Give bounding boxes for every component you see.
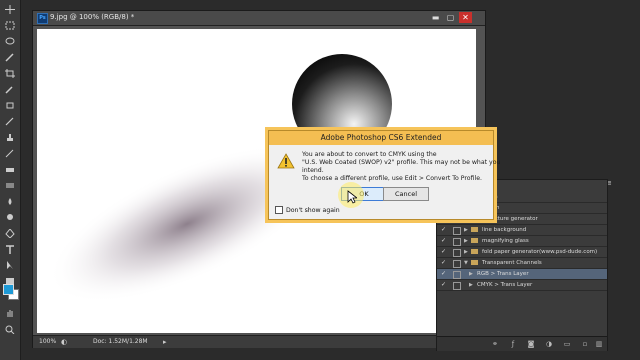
message-line: To choose a different profile, use Edit …: [302, 175, 482, 182]
layer-row[interactable]: ✓ ▼ Transparent Channels: [437, 258, 607, 269]
visibility-check-icon[interactable]: ✓: [441, 236, 449, 246]
convert-cmyk-dialog: Adobe Photoshop CS6 Extended You are abo…: [268, 130, 501, 220]
visibility-check-icon[interactable]: ✓: [441, 269, 449, 279]
dodge-tool-icon[interactable]: [3, 212, 17, 223]
layer-name: RGB > Trans Layer: [477, 271, 529, 277]
warning-icon: [277, 153, 295, 169]
eraser-tool-icon[interactable]: [3, 164, 17, 175]
layer-name: magnifying glass: [482, 238, 529, 244]
layers-panel-footer: ⚭ ƒ ◙ ◑ ▭ ▫ ▥: [437, 336, 607, 351]
folder-icon: [471, 238, 478, 243]
path-selection-tool-icon[interactable]: [3, 260, 17, 271]
layer-row[interactable]: ✓ ▶ CMYK > Trans Layer: [437, 280, 607, 291]
type-tool-icon[interactable]: [3, 244, 17, 255]
checkbox-box[interactable]: [275, 206, 283, 214]
tools-panel: [0, 0, 21, 360]
visibility-check-icon[interactable]: ✓: [441, 280, 449, 290]
folder-icon: [471, 227, 478, 232]
restore-button[interactable]: ▢: [444, 12, 457, 23]
zoom-level[interactable]: 100%: [39, 338, 56, 345]
layer-name: line background: [482, 227, 527, 233]
layer-row[interactable]: ✓ ▶ line background: [437, 225, 607, 236]
layer-mask-icon[interactable]: ◙: [527, 340, 535, 348]
expand-caret-icon[interactable]: ▶: [464, 236, 468, 246]
minimize-button[interactable]: ▬: [429, 12, 442, 23]
message-line: "U.S. Web Coated (SWOP) v2" profile. Thi…: [302, 159, 501, 166]
layer-style-icon[interactable]: ƒ: [509, 340, 517, 348]
new-group-icon[interactable]: ▭: [563, 340, 571, 348]
blur-tool-icon[interactable]: [3, 196, 17, 207]
dialog-title[interactable]: Adobe Photoshop CS6 Extended: [269, 131, 493, 145]
expand-caret-icon[interactable]: ▶: [469, 269, 473, 279]
eyedropper-tool-icon[interactable]: [3, 84, 17, 95]
expand-caret-icon[interactable]: ▶: [469, 280, 473, 290]
clone-stamp-tool-icon[interactable]: [3, 132, 17, 143]
layer-thumbnail-icon: [453, 227, 461, 235]
expand-caret-icon[interactable]: ▶: [464, 247, 468, 257]
document-size-info: Doc: 1.52M/1.28M: [93, 338, 148, 345]
hand-tool-icon[interactable]: [3, 308, 17, 319]
cancel-button[interactable]: Cancel: [383, 187, 429, 201]
layer-thumbnail-icon: [453, 238, 461, 246]
pen-tool-icon[interactable]: [3, 228, 17, 239]
layer-name: texture generator: [489, 216, 538, 222]
collapse-caret-icon[interactable]: ▼: [464, 258, 468, 268]
new-layer-icon[interactable]: ▫: [581, 340, 589, 348]
message-line: intend.: [302, 167, 324, 174]
layer-name: fold paper generator(www.psd-dude.com): [482, 249, 598, 255]
marquee-tool-icon[interactable]: [3, 20, 17, 31]
layer-thumbnail-icon: [453, 249, 461, 257]
lasso-tool-icon[interactable]: [3, 36, 17, 47]
link-layers-icon[interactable]: ⚭: [491, 340, 499, 348]
layer-name: Transparent Channels: [482, 260, 542, 266]
dont-show-again-checkbox[interactable]: Don't show again: [275, 206, 340, 214]
mouse-cursor-icon: [347, 190, 357, 204]
close-button[interactable]: ✕: [459, 12, 472, 23]
message-line: You are about to convert to CMYK using t…: [302, 151, 437, 158]
zoom-tool-icon[interactable]: [3, 324, 17, 335]
status-menu-icon[interactable]: ◐: [61, 338, 69, 346]
dialog-message: You are about to convert to CMYK using t…: [302, 151, 501, 183]
move-tool-icon[interactable]: [3, 4, 17, 15]
layer-row-selected[interactable]: ✓ ▶ RGB > Trans Layer: [437, 269, 607, 280]
adjustment-layer-icon[interactable]: ◑: [545, 340, 553, 348]
layer-name: CMYK > Trans Layer: [477, 282, 533, 288]
document-title: 9.jpg @ 100% (RGB/8) *: [50, 13, 135, 21]
folder-open-icon: [471, 260, 478, 265]
layer-thumbnail-icon: [453, 271, 461, 279]
photoshop-icon: Ps: [37, 13, 48, 24]
brush-tool-icon[interactable]: [3, 116, 17, 127]
layer-row[interactable]: ✓ ▶ magnifying glass: [437, 236, 607, 247]
status-bar: 100% ◐ Doc: 1.52M/1.28M ▸: [33, 335, 485, 348]
expand-caret-icon[interactable]: ▶: [464, 225, 468, 235]
history-brush-tool-icon[interactable]: [3, 148, 17, 159]
delete-layer-icon[interactable]: ▥: [595, 340, 603, 348]
crop-tool-icon[interactable]: [3, 68, 17, 79]
quick-selection-tool-icon[interactable]: [3, 52, 17, 63]
dont-show-again-label: Don't show again: [286, 207, 340, 214]
layer-thumbnail-icon: [453, 260, 461, 268]
document-tab[interactable]: Ps 9.jpg @ 100% (RGB/8) * ▬ ▢ ✕: [33, 11, 485, 26]
layer-row[interactable]: ✓ ▶ fold paper generator(www.psd-dude.co…: [437, 247, 607, 258]
gradient-tool-icon[interactable]: [3, 180, 17, 191]
visibility-check-icon[interactable]: ✓: [441, 247, 449, 257]
healing-brush-tool-icon[interactable]: [3, 100, 17, 111]
status-arrow-icon[interactable]: ▸: [163, 338, 171, 346]
folder-icon: [471, 249, 478, 254]
visibility-check-icon[interactable]: ✓: [441, 258, 449, 268]
visibility-check-icon[interactable]: ✓: [441, 225, 449, 235]
foreground-color-swatch[interactable]: [3, 284, 14, 295]
layer-thumbnail-icon: [453, 282, 461, 290]
